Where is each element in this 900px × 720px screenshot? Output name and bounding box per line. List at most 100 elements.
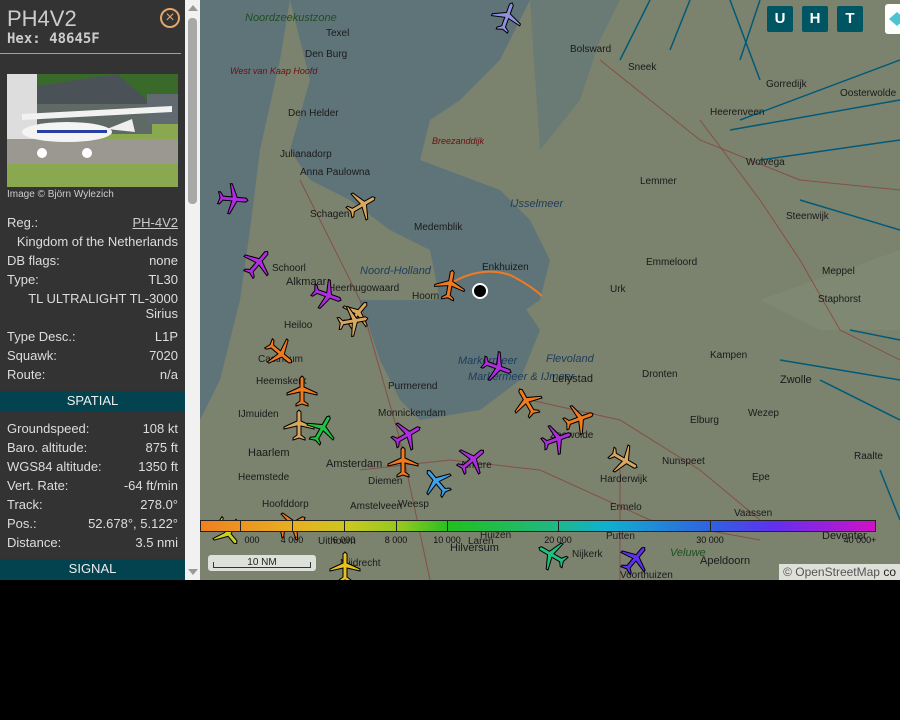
map-label: Steenwijk	[786, 211, 829, 222]
aircraft-photo[interactable]	[7, 74, 178, 187]
map-label: Oosterwolde	[840, 88, 897, 99]
type-label: Type:	[7, 272, 39, 287]
scale-bar: 10 NM	[208, 555, 316, 571]
map-label: Wezep	[748, 408, 779, 419]
attribution-prefix: ©	[783, 565, 792, 579]
groundspeed-label: Groundspeed:	[7, 421, 90, 436]
map-label: Weesp	[398, 499, 429, 510]
hex-label: Hex:	[7, 31, 41, 47]
position-value: 52.678°, 5.122°	[88, 516, 178, 531]
reg-label: Reg.:	[7, 215, 39, 230]
image-credit: Image © Björn Wylezich	[7, 189, 114, 200]
close-icon[interactable]: ×	[160, 8, 180, 28]
groundspeed-row: Groundspeed: 108 kt	[7, 421, 178, 436]
legend-tick	[710, 520, 711, 532]
osm-link[interactable]: OpenStreetMap	[795, 565, 880, 579]
route-row: Route: n/a	[7, 367, 178, 382]
map-label: Amsterdam	[326, 458, 383, 470]
position-label: Pos.:	[7, 516, 37, 531]
legend-tick	[558, 520, 559, 532]
section-signal[interactable]: SIGNAL	[0, 559, 185, 579]
wgs84-altitude-row: WGS84 altitude: 1350 ft	[7, 459, 178, 474]
map-label: Vaassen	[734, 508, 773, 519]
legend-tick-label: 8 000	[384, 535, 408, 545]
layers-icon[interactable]	[885, 4, 900, 34]
legend-tick-label: 6 000	[332, 535, 356, 545]
map-button-t[interactable]: T	[837, 6, 863, 32]
vert-rate-label: Vert. Rate:	[7, 478, 69, 493]
attribution: © OpenStreetMap co	[779, 564, 900, 580]
scroll-up-icon[interactable]	[188, 5, 198, 11]
country-value: Kingdom of the Netherlands	[16, 234, 178, 249]
db-flags-label: DB flags:	[7, 253, 60, 268]
track-row: Track: 278.0°	[7, 497, 178, 512]
legend-tick	[344, 520, 345, 532]
aircraft-marker[interactable]	[215, 181, 252, 218]
map-label: Meppel	[822, 266, 855, 277]
altitude-legend	[200, 520, 876, 532]
legend-tick-label: 40 000+	[843, 535, 877, 545]
legend-tick-label: 30 000	[696, 535, 724, 545]
map-label: Staphorst	[818, 294, 861, 305]
section-spatial[interactable]: SPATIAL	[0, 391, 185, 411]
map-label: Gorredijk	[766, 79, 807, 90]
type-desc-label: Type Desc.:	[7, 329, 76, 344]
map-button-u[interactable]: U	[767, 6, 793, 32]
groundspeed-value: 108 kt	[142, 421, 178, 436]
map-label: Lemmer	[640, 176, 677, 187]
aircraft-marker[interactable]	[328, 550, 362, 580]
map-label: Den Burg	[305, 49, 348, 60]
map-label: Nunspeet	[662, 456, 705, 467]
wgs84-altitude-value: 1350 ft	[138, 459, 178, 474]
map-label: Noord-Holland	[360, 265, 431, 277]
legend-tick-label: 20 000	[544, 535, 572, 545]
map-label: Flevoland	[546, 353, 594, 365]
sidebar-scrollbar[interactable]	[185, 0, 200, 580]
map-label: Julianadorp	[280, 149, 332, 160]
baro-altitude-row: Baro. altitude: 875 ft	[7, 440, 178, 455]
aircraft-marker[interactable]	[333, 301, 372, 340]
route-label: Route:	[7, 367, 46, 382]
baro-altitude-label: Baro. altitude:	[7, 440, 88, 455]
aircraft-info-panel: PH4V2 Hex: 48645F × Image © Björn Wylezi…	[0, 0, 185, 580]
aircraft-marker[interactable]	[386, 445, 420, 479]
route-value: n/a	[159, 367, 178, 382]
map-label: Apeldoorn	[700, 555, 751, 567]
wgs84-altitude-label: WGS84 altitude:	[7, 459, 102, 474]
map-label: Elburg	[690, 415, 719, 426]
map-label: Haarlem	[248, 447, 290, 459]
type-row: Type: TL30	[7, 272, 178, 287]
scroll-thumb[interactable]	[188, 18, 197, 204]
map-label: Bolsward	[570, 44, 612, 55]
map-label: IJsselmeer	[510, 198, 564, 210]
squawk-value: 7020	[149, 348, 178, 363]
map[interactable]: Noordzeekustzone Texel Den Burg West van Ka…	[200, 0, 900, 580]
map-label: Lelystad	[552, 373, 593, 385]
db-flags-value: none	[149, 253, 178, 268]
aircraft-marker[interactable]	[285, 374, 319, 408]
map-label: Amstelveen	[350, 501, 403, 512]
hex-value: 48645F	[49, 31, 100, 47]
map-label: Urk	[610, 284, 626, 295]
legend-tick	[447, 520, 448, 532]
map-label: Nijkerk	[572, 549, 603, 560]
map-label: Medemblik	[414, 222, 463, 233]
squawk-row: Squawk: 7020	[7, 348, 178, 363]
map-label: Heiloo	[284, 320, 313, 331]
country-row: Kingdom of the Netherlands	[7, 234, 178, 249]
reg-link[interactable]: PH-4V2	[132, 215, 178, 230]
divider	[0, 53, 181, 54]
scroll-down-icon[interactable]	[188, 569, 198, 575]
map-label: Raalte	[854, 451, 883, 462]
baro-altitude-value: 875 ft	[145, 440, 178, 455]
type-desc-row: Type Desc.: L1P	[7, 329, 178, 344]
legend-tick-label: 4 000	[280, 535, 304, 545]
legend-tick	[396, 520, 397, 532]
map-button-h[interactable]: H	[802, 6, 828, 32]
map-label: Kampen	[710, 350, 748, 361]
vert-rate-value: -64 ft/min	[123, 478, 178, 493]
map-label: Schagen	[310, 209, 350, 220]
map-label: IJmuiden	[238, 409, 279, 420]
distance-value: 3.5 nmi	[135, 535, 178, 550]
aircraft-marker[interactable]	[430, 265, 469, 304]
